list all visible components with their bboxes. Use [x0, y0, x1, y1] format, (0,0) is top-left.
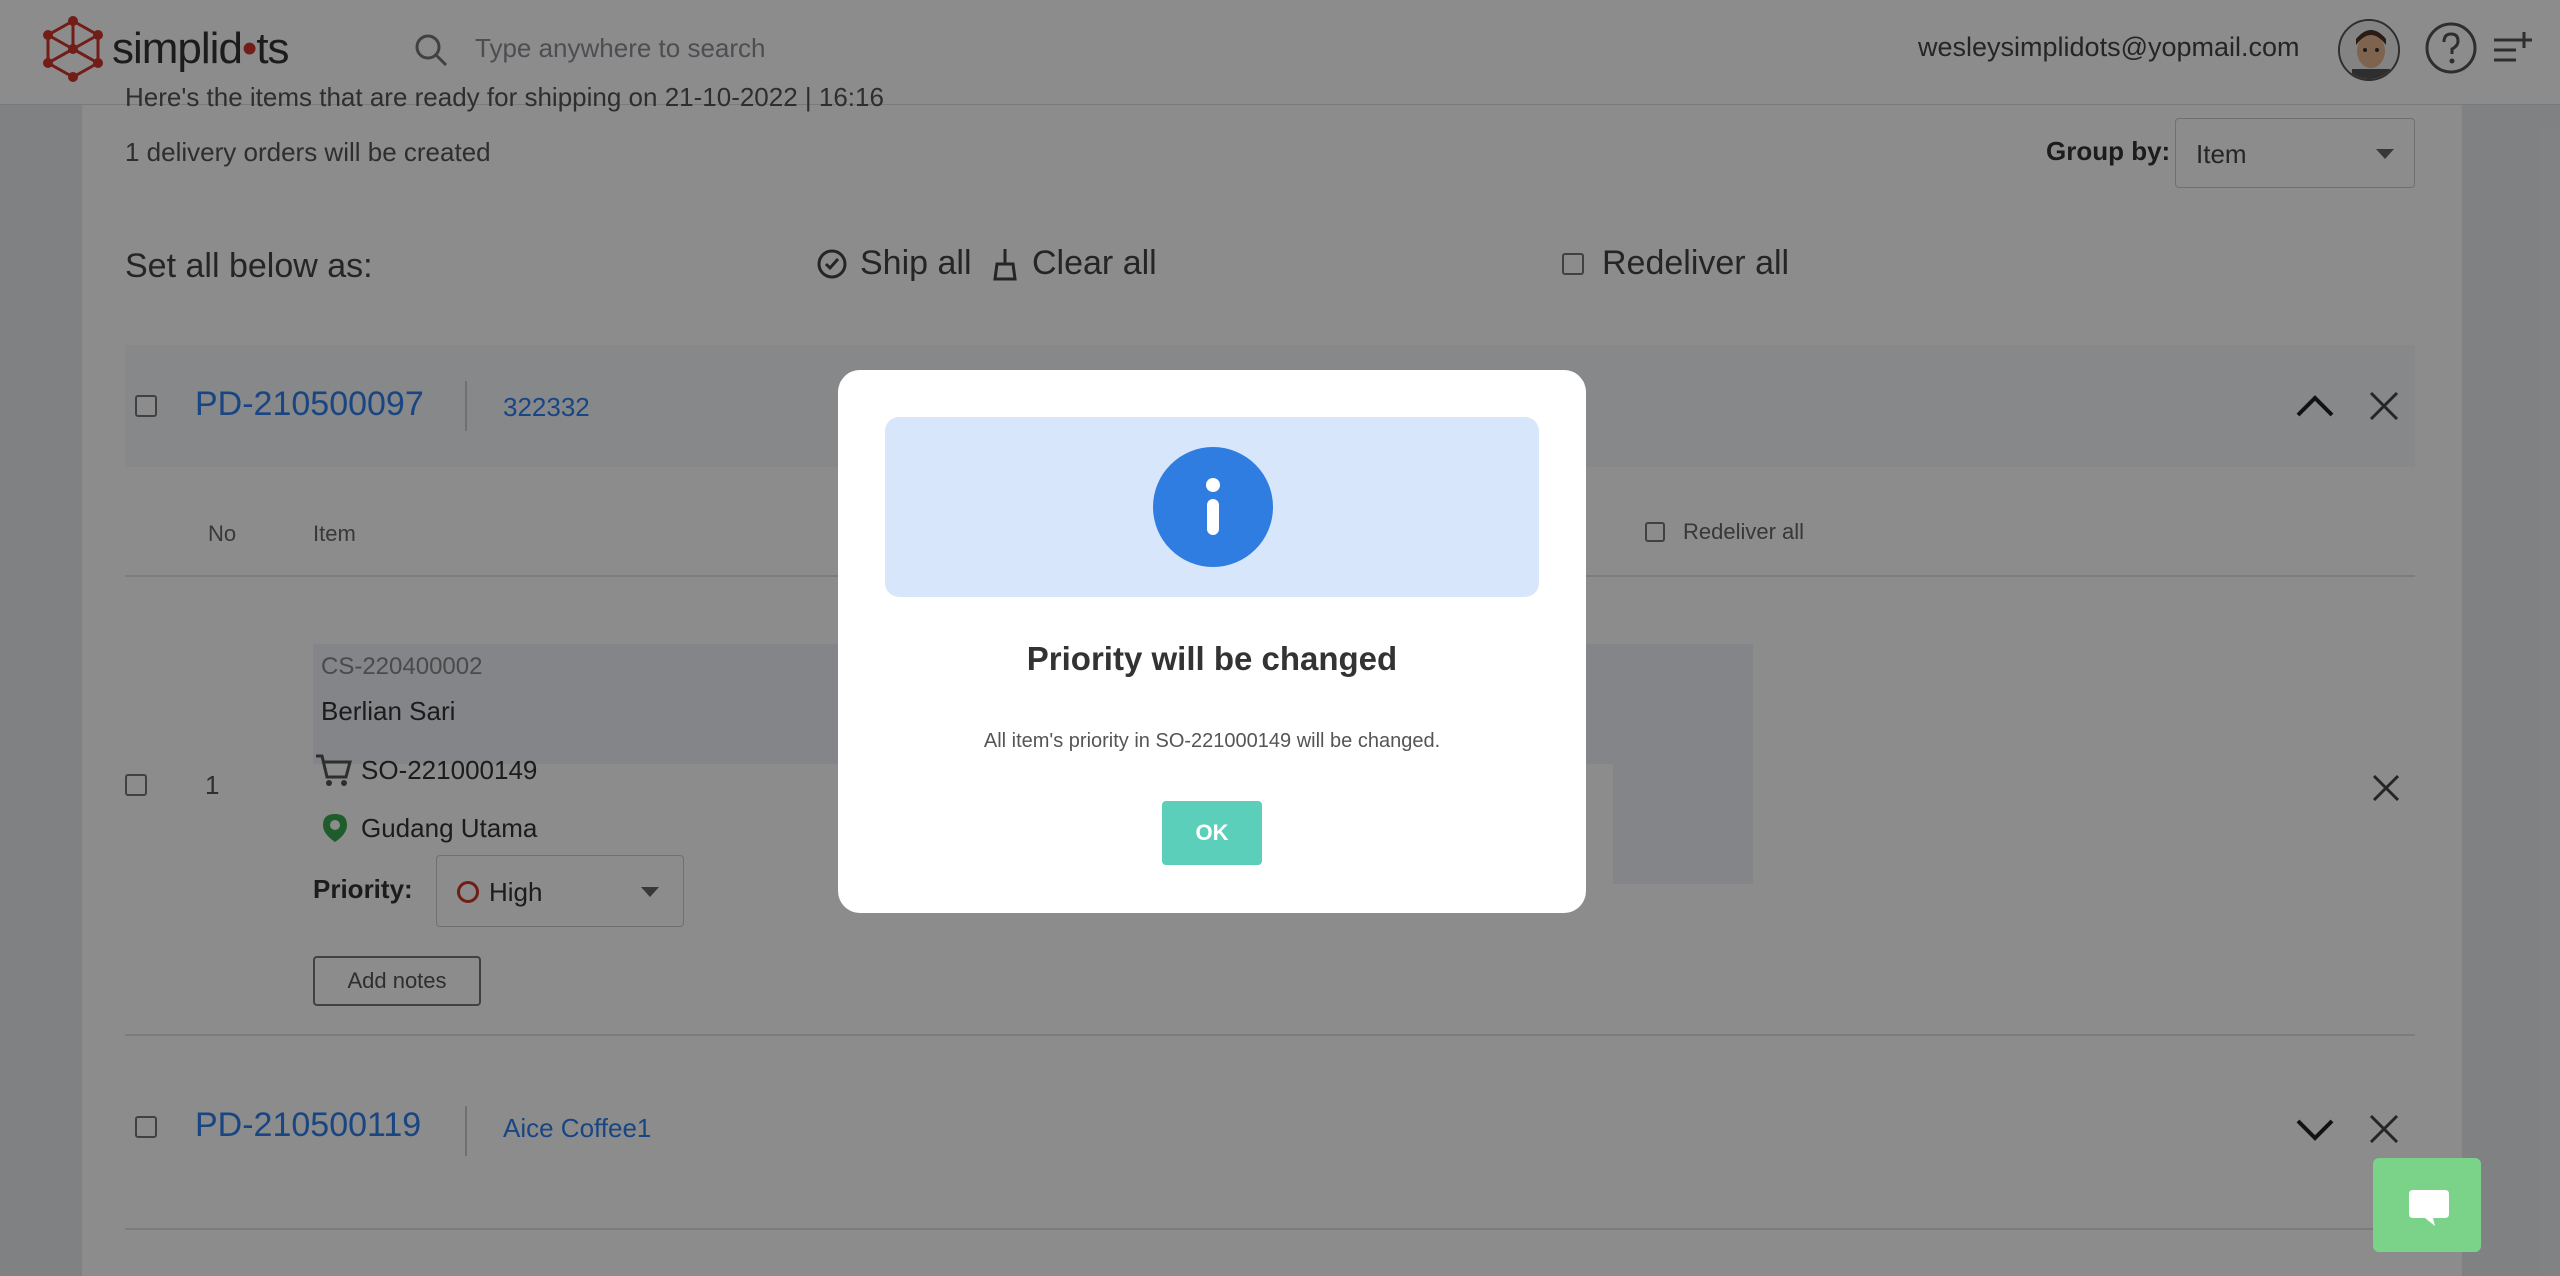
chat-button[interactable]	[2373, 1158, 2481, 1252]
dialog-message: All item's priority in SO-221000149 will…	[983, 730, 1441, 752]
chat-bubble-icon	[2409, 1190, 2449, 1226]
priority-dialog: Priority will be changed All item's prio…	[838, 370, 1586, 913]
dialog-title: Priority will be changed	[1026, 640, 1398, 677]
info-icon	[1153, 447, 1273, 567]
ok-button[interactable]: OK	[1162, 801, 1262, 865]
dialog-banner	[885, 417, 1539, 597]
